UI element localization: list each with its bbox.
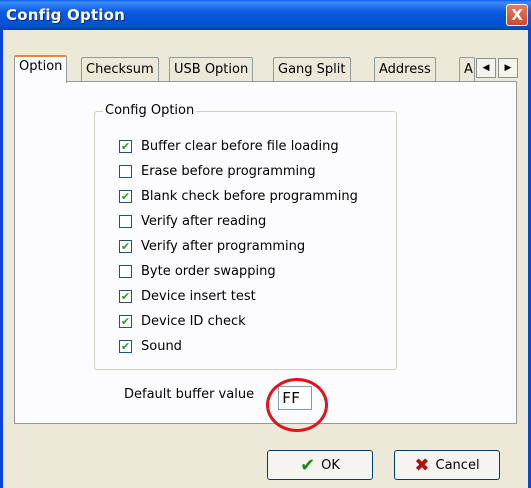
tab-option[interactable]: Option (14, 55, 68, 83)
option-sound[interactable]: ✔ Sound (119, 336, 182, 356)
check-icon: ✔ (120, 314, 131, 328)
tab-gang-split[interactable]: Gang Split (273, 57, 351, 81)
ok-label: OK (321, 457, 340, 473)
option-label: Sound (141, 338, 182, 354)
checkbox[interactable]: ✔ (119, 139, 132, 153)
highlight-circle-annotation (266, 378, 328, 432)
ok-button[interactable]: ✔ OK (267, 450, 373, 480)
arrow-left-icon: ◀ (482, 63, 490, 73)
tab-panel-option: Config Option ✔ Buffer clear before file… (14, 81, 517, 432)
arrow-right-icon: ▶ (504, 63, 512, 73)
option-verify-after-programming[interactable]: ✔ Verify after programming (119, 236, 305, 256)
option-label: Buffer clear before file loading (141, 138, 339, 154)
option-byte-order-swapping[interactable]: Byte order swapping (119, 261, 276, 281)
tab-scroll-buttons: ◀ ▶ (474, 58, 520, 78)
tab-scroll-right-button[interactable]: ▶ (498, 58, 518, 78)
tab-label: USB Option (174, 62, 249, 77)
title-bar[interactable]: Config Option X (0, 0, 531, 30)
checkbox[interactable] (119, 214, 132, 228)
x-icon: ✖ (414, 454, 430, 476)
tab-usb-option[interactable]: USB Option (169, 57, 254, 81)
tab-label: Checksum (86, 62, 154, 77)
option-device-id-check[interactable]: ✔ Device ID check (119, 311, 246, 331)
tab-label: Option (19, 59, 63, 74)
option-blank-check[interactable]: ✔ Blank check before programming (119, 186, 358, 206)
close-icon: X (511, 6, 523, 24)
close-button[interactable]: X (506, 4, 528, 26)
window-title: Config Option (6, 6, 126, 24)
option-erase-before[interactable]: Erase before programming (119, 161, 316, 181)
check-icon: ✔ (120, 189, 131, 203)
checkbox[interactable]: ✔ (119, 239, 132, 253)
tab-label: A (464, 62, 473, 77)
option-label: Blank check before programming (141, 188, 358, 204)
check-icon: ✔ (300, 454, 316, 476)
tab-checksum[interactable]: Checksum (81, 57, 159, 81)
option-label: Device insert test (141, 288, 256, 304)
option-label: Byte order swapping (141, 263, 276, 279)
tab-truncated[interactable]: A (459, 57, 475, 81)
tab-label: Address (379, 62, 431, 77)
checkbox[interactable]: ✔ (119, 339, 132, 353)
checkbox[interactable]: ✔ (119, 314, 132, 328)
option-label: Verify after programming (141, 238, 306, 254)
tab-address[interactable]: Address (374, 57, 436, 81)
checkbox[interactable] (119, 264, 132, 278)
checkbox[interactable]: ✔ (119, 289, 132, 303)
option-verify-after-reading[interactable]: Verify after reading (119, 211, 266, 231)
option-label: Erase before programming (141, 163, 316, 179)
checkbox[interactable] (119, 164, 132, 178)
tab-scroll-left-button[interactable]: ◀ (476, 58, 496, 78)
tab-label: Gang Split (278, 62, 346, 77)
group-title: Config Option (103, 103, 197, 118)
checkbox[interactable]: ✔ (119, 189, 132, 203)
option-label: Verify after reading (141, 213, 267, 229)
default-buffer-label: Default buffer value (124, 387, 255, 402)
check-icon: ✔ (120, 339, 131, 353)
cancel-button[interactable]: ✖ Cancel (394, 450, 500, 480)
check-icon: ✔ (120, 239, 131, 253)
check-icon: ✔ (120, 139, 131, 153)
check-icon: ✔ (120, 289, 131, 303)
option-device-insert-test[interactable]: ✔ Device insert test (119, 286, 256, 306)
option-buffer-clear[interactable]: ✔ Buffer clear before file loading (119, 136, 339, 156)
cancel-label: Cancel (435, 457, 480, 473)
config-option-group: Config Option ✔ Buffer clear before file… (94, 103, 397, 370)
tab-strip: Option Checksum USB Option Gang Split Ad… (14, 55, 531, 83)
option-label: Device ID check (141, 313, 246, 329)
